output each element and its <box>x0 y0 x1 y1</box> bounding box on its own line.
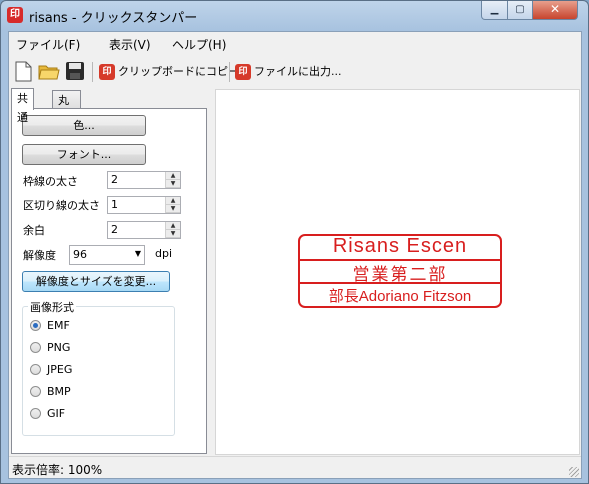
toolbar-separator <box>92 62 93 82</box>
stamp-icon: 印 <box>99 64 115 80</box>
format-group: 画像形式 EMF PNG JPEG BMP GIF <box>22 299 175 436</box>
window-title: risans - クリックスタンパー <box>29 11 198 26</box>
resolution-label: 解像度 <box>23 249 56 262</box>
stamp-icon: 印 <box>235 64 251 80</box>
spin-up-icon[interactable]: ▲ <box>166 172 180 180</box>
stamp-preview: Risans Escen 営業第二部 部長Adoriano Fitzson <box>298 234 502 308</box>
margin-spinner[interactable]: 2 ▲ ▼ <box>107 221 181 239</box>
resolution-unit: dpi <box>155 247 173 260</box>
radio-unchecked-icon[interactable] <box>30 408 41 419</box>
menu-view[interactable]: 表示(V) <box>109 36 151 53</box>
resize-button[interactable]: 解像度とサイズを変更... <box>22 271 170 292</box>
app-window: 印 risans - クリックスタンパー ▁ ▢ ✕ ファイル(F) 表示(V)… <box>0 0 589 484</box>
format-png-label: PNG <box>47 341 71 354</box>
copy-label: クリップボードにコピー <box>118 65 239 78</box>
radio-unchecked-icon[interactable] <box>30 342 41 353</box>
font-button[interactable]: フォント... <box>22 144 146 165</box>
format-group-title: 画像形式 <box>28 299 76 315</box>
format-gif-label: GIF <box>47 407 66 420</box>
divider-width-spinner[interactable]: 1 ▲ ▼ <box>107 196 181 214</box>
title-bar[interactable]: 印 risans - クリックスタンパー ▁ ▢ ✕ <box>1 1 588 31</box>
spin-up-icon[interactable]: ▲ <box>166 222 180 230</box>
client-area: ファイル(F) 表示(V) ヘルプ(H) 印クリップボードにコピー 印ファイルに… <box>8 31 582 479</box>
format-emf-label: EMF <box>47 319 70 332</box>
close-button[interactable]: ✕ <box>532 1 578 20</box>
spin-down-icon[interactable]: ▼ <box>166 205 180 213</box>
new-document-icon[interactable] <box>12 60 34 82</box>
spin-down-icon[interactable]: ▼ <box>166 230 180 238</box>
spin-arrows[interactable]: ▲ ▼ <box>165 172 180 188</box>
margin-value: 2 <box>111 223 118 236</box>
menu-bar: ファイル(F) 表示(V) ヘルプ(H) <box>9 32 581 54</box>
app-stamp-icon: 印 <box>7 7 23 23</box>
border-width-value: 2 <box>111 173 118 186</box>
minimize-button[interactable]: ▁ <box>481 1 508 20</box>
radio-unchecked-icon[interactable] <box>30 386 41 397</box>
status-bar: 表示倍率: 100% <box>9 456 581 479</box>
tab-common[interactable]: 共通 <box>11 88 34 124</box>
stamp-divider <box>300 282 500 284</box>
format-jpeg-label: JPEG <box>47 363 73 376</box>
spin-up-icon[interactable]: ▲ <box>166 197 180 205</box>
format-bmp-label: BMP <box>47 385 71 398</box>
format-png-radio[interactable]: PNG <box>30 340 130 356</box>
toolbar-separator <box>229 62 230 82</box>
color-button[interactable]: 色... <box>22 115 146 136</box>
stamp-line-1: Risans Escen <box>332 235 468 257</box>
border-width-spinner[interactable]: 2 ▲ ▼ <box>107 171 181 189</box>
format-emf-radio[interactable]: EMF <box>30 318 130 334</box>
tab-round-square-stamp[interactable]: 丸印･角印 <box>52 90 81 164</box>
menu-file[interactable]: ファイル(F) <box>16 36 80 53</box>
open-folder-icon[interactable] <box>38 60 60 82</box>
radio-unchecked-icon[interactable] <box>30 364 41 375</box>
stamp-preview-canvas: Risans Escen 営業第二部 部長Adoriano Fitzson <box>215 89 580 455</box>
resize-grip-icon[interactable] <box>569 467 579 477</box>
chevron-down-icon[interactable]: ▼ <box>135 249 141 258</box>
zoom-status: 表示倍率: 100% <box>12 463 103 477</box>
stamp-line-3: 部長Adoriano Fitzson <box>328 288 472 305</box>
divider-width-label: 区切り線の太さ <box>23 199 100 212</box>
margin-label: 余白 <box>23 224 45 237</box>
toolbar: 印クリップボードにコピー 印ファイルに出力... <box>9 56 581 86</box>
format-bmp-radio[interactable]: BMP <box>30 384 130 400</box>
format-gif-radio[interactable]: GIF <box>30 406 130 422</box>
export-label: ファイルに出力... <box>254 65 342 78</box>
spin-arrows[interactable]: ▲ ▼ <box>165 222 180 238</box>
copy-to-clipboard-button[interactable]: 印クリップボードにコピー <box>99 62 239 82</box>
tab-content: 色... フォント... 枠線の太さ 2 ▲ ▼ 区切り線の太さ 1 ▲ ▼ 余白 … <box>11 108 207 454</box>
settings-panel: 共通 丸印･角印 色... フォント... 枠線の太さ 2 ▲▼ 区切り線の太さ… <box>9 88 211 456</box>
border-width-label: 枠線の太さ <box>23 175 78 188</box>
menu-help[interactable]: ヘルプ(H) <box>172 36 226 53</box>
divider-width-value: 1 <box>111 198 118 211</box>
spin-down-icon[interactable]: ▼ <box>166 180 180 188</box>
save-icon[interactable] <box>64 60 86 82</box>
radio-checked-icon[interactable] <box>30 320 41 331</box>
format-jpeg-radio[interactable]: JPEG <box>30 362 130 378</box>
maximize-button[interactable]: ▢ <box>507 1 533 20</box>
spin-arrows[interactable]: ▲ ▼ <box>165 197 180 213</box>
export-to-file-button[interactable]: 印ファイルに出力... <box>235 62 342 82</box>
resolution-value: 96 <box>73 248 87 261</box>
resolution-select[interactable]: 96 ▼ <box>69 245 145 265</box>
